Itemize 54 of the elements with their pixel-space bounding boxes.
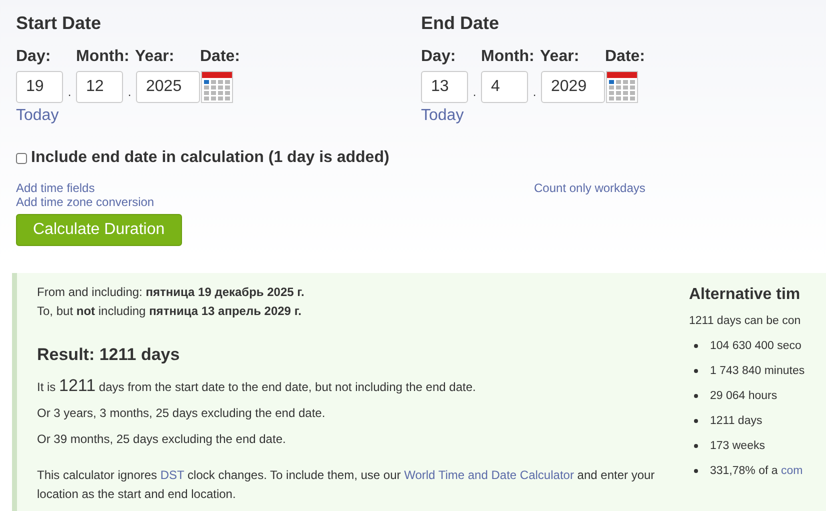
option-link[interactable]: Count only workdays <box>534 181 646 195</box>
text-link[interactable]: DST <box>160 468 184 482</box>
to-text: To, but not including пятница 13 апрель 2029 г. <box>37 303 302 320</box>
result-heading: Result: 1211 days <box>37 345 181 365</box>
result-text: It is 1211 days from the start date to the end date, but not including the end date. <box>37 377 477 396</box>
calculate-button[interactable]: Calculate Duration <box>16 214 182 246</box>
month-field[interactable]: 4 <box>481 71 528 103</box>
option-link[interactable]: Add time fields <box>16 181 534 195</box>
today-link[interactable]: Today <box>421 107 464 125</box>
list-item: 331,78% of a com <box>710 464 803 476</box>
list-item: 173 weeks <box>710 440 765 452</box>
day-field[interactable]: 13 <box>421 71 468 103</box>
from-text: From and including: пятница 19 декабрь 2025 г. <box>37 284 306 301</box>
result-text: Or 3 years, 3 months, 25 days excluding the end date. <box>37 405 326 422</box>
field-label: Month: <box>76 48 130 67</box>
checkbox-label: Include end date in calculation (1 day is added) <box>31 149 390 167</box>
list-item: 1 743 840 minutes <box>710 364 805 376</box>
list-item: 104 630 400 seco <box>710 340 802 352</box>
note-text: This calculator ignores DST clock changes. To include them, use our World Time and Date Calculator and enter your location as the start and end location. <box>37 467 656 503</box>
section-title: End Date <box>421 13 500 34</box>
checkbox[interactable] <box>16 152 27 164</box>
field-label: Date: <box>605 48 645 67</box>
field-label: Day: <box>16 48 52 67</box>
year-field[interactable]: 2025 <box>136 71 200 103</box>
year-field[interactable]: 2029 <box>541 71 605 103</box>
field-label: Month: <box>481 48 536 67</box>
list-item: 29 064 hours <box>710 390 778 402</box>
section-title: Start Date <box>16 13 102 34</box>
bullet-icon <box>694 444 698 448</box>
separator: . <box>126 84 132 99</box>
field-label: Day: <box>421 48 457 67</box>
field-label: Date: <box>200 48 240 67</box>
field-label: Year: <box>540 48 580 67</box>
option-link[interactable]: Add time zone conversion <box>16 195 534 209</box>
separator: . <box>532 84 538 99</box>
bullet-icon <box>694 418 698 422</box>
bullet-icon <box>694 394 698 398</box>
section-heading: Alternative tim <box>689 286 802 304</box>
intro-text: 1211 days can be con <box>689 315 802 327</box>
bullet-icon <box>694 368 698 372</box>
day-field[interactable]: 19 <box>16 71 63 103</box>
separator: . <box>472 84 478 99</box>
field-label: Year: <box>135 48 176 67</box>
calendar-icon[interactable] <box>201 71 233 103</box>
bullet-icon <box>694 344 698 348</box>
bullet-icon <box>694 468 698 472</box>
separator: . <box>66 84 72 99</box>
text-link[interactable]: com <box>780 464 803 476</box>
text-link[interactable]: World Time and Date Calculator <box>404 468 574 482</box>
month-field[interactable]: 12 <box>76 71 123 103</box>
today-link[interactable]: Today <box>16 107 59 125</box>
result-text: Or 39 months, 25 days excluding the end date. <box>37 431 287 448</box>
list-item: 1211 days <box>710 414 762 426</box>
calendar-icon[interactable] <box>606 71 638 103</box>
